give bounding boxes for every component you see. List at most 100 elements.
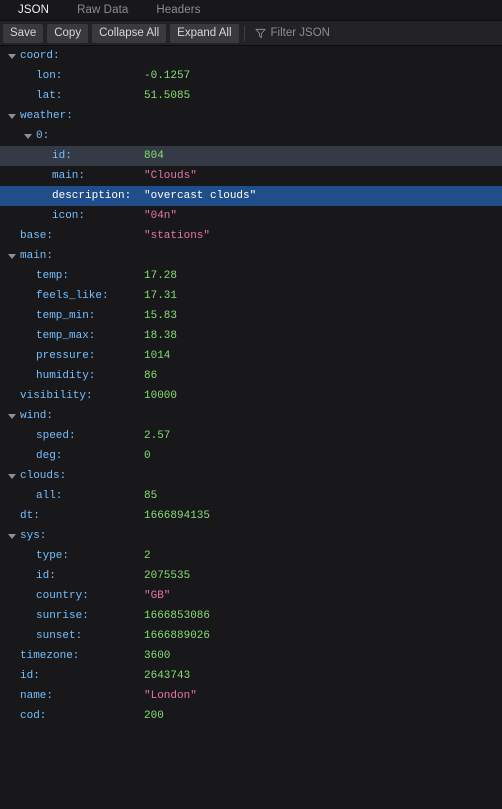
tab-raw-data[interactable]: Raw Data: [63, 0, 142, 20]
save-button[interactable]: Save: [3, 23, 44, 43]
json-key: timezone:: [20, 650, 80, 662]
filter-funnel-icon: [254, 28, 266, 38]
tab-json[interactable]: JSON: [4, 0, 63, 20]
tab-json-label: JSON: [18, 4, 50, 16]
json-row[interactable]: timezone: 3600: [0, 646, 502, 666]
json-value: 804: [144, 150, 164, 162]
json-key: all:: [36, 490, 63, 502]
json-key: main:: [52, 170, 86, 182]
json-row[interactable]: sunrise: 1666853086: [0, 606, 502, 626]
collapse-all-button[interactable]: Collapse All: [92, 23, 167, 43]
json-row[interactable]: humidity: 86: [0, 366, 502, 386]
json-row[interactable]: cod: 200: [0, 706, 502, 726]
json-value: 17.31: [144, 290, 178, 302]
filter-json-field[interactable]: [249, 21, 502, 46]
json-row[interactable]: pressure: 1014: [0, 346, 502, 366]
json-value: 51.5085: [144, 90, 191, 102]
json-value: "London": [144, 690, 197, 702]
twisty-expanded-icon[interactable]: [8, 106, 17, 126]
json-key: type:: [36, 550, 70, 562]
twisty-expanded-icon[interactable]: [8, 246, 17, 266]
json-row[interactable]: weather:: [0, 106, 502, 126]
json-row[interactable]: sys:: [0, 526, 502, 546]
json-key: temp_max:: [36, 330, 96, 342]
json-value: 10000: [144, 390, 178, 402]
json-value: 2.57: [144, 430, 171, 442]
json-key: id:: [20, 670, 40, 682]
json-key: coord:: [20, 50, 60, 62]
json-row[interactable]: base: "stations": [0, 226, 502, 246]
json-value: 0: [144, 450, 151, 462]
json-row[interactable]: id: 804: [0, 146, 502, 166]
json-key: cod:: [20, 710, 47, 722]
json-value: 2643743: [144, 670, 191, 682]
json-row[interactable]: description: "overcast clouds": [0, 186, 502, 206]
json-row[interactable]: name: "London": [0, 686, 502, 706]
json-tree-panel[interactable]: coord: lon: -0.1257 lat: 51.5085 weather: 0: id…: [0, 46, 502, 809]
json-row[interactable]: icon: "04n": [0, 206, 502, 226]
json-value: 1666853086: [144, 610, 211, 622]
json-row[interactable]: sunset: 1666889026: [0, 626, 502, 646]
json-key: name:: [20, 690, 54, 702]
json-row[interactable]: speed: 2.57: [0, 426, 502, 446]
json-row[interactable]: clouds:: [0, 466, 502, 486]
twisty-expanded-icon[interactable]: [8, 46, 17, 66]
expand-all-button[interactable]: Expand All: [170, 23, 239, 43]
json-value: "04n": [144, 210, 178, 222]
json-value: -0.1257: [144, 70, 191, 82]
json-row[interactable]: all: 85: [0, 486, 502, 506]
json-value: 1014: [144, 350, 171, 362]
json-value: "stations": [144, 230, 211, 242]
json-key: lat:: [36, 90, 63, 102]
json-key: speed:: [36, 430, 76, 442]
json-row[interactable]: 0:: [0, 126, 502, 146]
json-row[interactable]: main: "Clouds": [0, 166, 502, 186]
filter-json-input[interactable]: [270, 24, 502, 42]
json-row[interactable]: coord:: [0, 46, 502, 66]
json-key: description:: [52, 190, 132, 202]
json-row[interactable]: temp_max: 18.38: [0, 326, 502, 346]
twisty-expanded-icon[interactable]: [8, 526, 17, 546]
json-row[interactable]: wind:: [0, 406, 502, 426]
json-key: temp:: [36, 270, 70, 282]
json-key: 0:: [36, 130, 50, 142]
json-row[interactable]: deg: 0: [0, 446, 502, 466]
json-row[interactable]: temp: 17.28: [0, 266, 502, 286]
json-row[interactable]: feels_like: 17.31: [0, 286, 502, 306]
json-key: main:: [20, 250, 54, 262]
json-row[interactable]: lat: 51.5085: [0, 86, 502, 106]
toolbar-separator: [243, 25, 245, 41]
json-key: sunrise:: [36, 610, 89, 622]
json-key: wind:: [20, 410, 54, 422]
json-key: id:: [52, 150, 72, 162]
json-row[interactable]: dt: 1666894135: [0, 506, 502, 526]
twisty-expanded-icon[interactable]: [8, 406, 17, 426]
copy-button[interactable]: Copy: [47, 23, 89, 43]
json-row[interactable]: id: 2643743: [0, 666, 502, 686]
json-row[interactable]: visibility: 10000: [0, 386, 502, 406]
json-row[interactable]: temp_min: 15.83: [0, 306, 502, 326]
json-row[interactable]: lon: -0.1257: [0, 66, 502, 86]
json-row[interactable]: type: 2: [0, 546, 502, 566]
tab-headers[interactable]: Headers: [142, 0, 214, 20]
json-row[interactable]: country: "GB": [0, 586, 502, 606]
json-row[interactable]: main:: [0, 246, 502, 266]
json-key: feels_like:: [36, 290, 109, 302]
twisty-expanded-icon[interactable]: [24, 126, 33, 146]
json-key: icon:: [52, 210, 86, 222]
twisty-expanded-icon[interactable]: [8, 466, 17, 486]
json-key: clouds:: [20, 470, 67, 482]
json-row[interactable]: id: 2075535: [0, 566, 502, 586]
json-value: "GB": [144, 590, 171, 602]
